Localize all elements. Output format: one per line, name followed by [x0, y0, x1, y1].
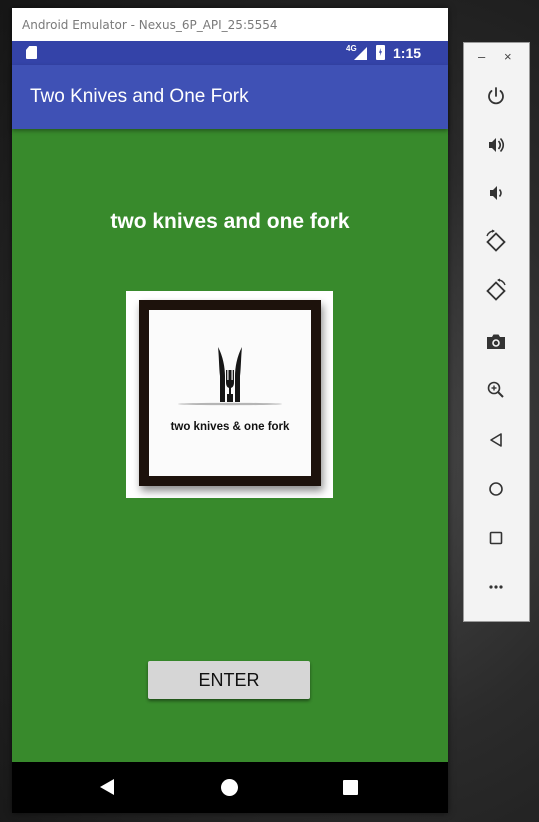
- overview-square-icon: [489, 531, 503, 545]
- home-icon[interactable]: [221, 779, 238, 796]
- camera-icon: [487, 334, 505, 349]
- rotate-left-button[interactable]: [481, 227, 511, 257]
- home-circle-icon: [489, 482, 503, 496]
- power-icon: [488, 87, 504, 105]
- volume-up-button[interactable]: [481, 130, 511, 160]
- status-time: 1:15: [393, 45, 422, 61]
- emulator-title: Android Emulator - Nexus_6P_API_25:5554: [12, 8, 448, 41]
- zoom-in-icon: [487, 381, 504, 398]
- recents-icon[interactable]: [343, 780, 358, 795]
- emulator-window: Android Emulator - Nexus_6P_API_25:5554 …: [12, 8, 448, 813]
- emulator-side-toolbar: – ×: [463, 42, 530, 622]
- volume-down-icon: [490, 186, 502, 200]
- power-button[interactable]: [481, 81, 511, 111]
- back-button[interactable]: [481, 425, 511, 455]
- logo-mat: two knives & one fork: [149, 310, 311, 476]
- status-bar: 4G 1:15: [12, 41, 448, 65]
- logo-picture-frame: two knives & one fork: [139, 300, 321, 486]
- enter-button[interactable]: ENTER: [148, 661, 310, 699]
- headline: two knives and one fork: [110, 210, 350, 233]
- zoom-button[interactable]: [481, 375, 511, 405]
- minimize-button[interactable]: –: [478, 49, 485, 64]
- screenshot-button[interactable]: [481, 327, 511, 357]
- back-triangle-icon: [490, 433, 502, 447]
- knives-and-fork-icon: [178, 347, 282, 406]
- rotate-left-icon: [486, 229, 506, 252]
- main-content: two knives and one fork two knives & one…: [12, 129, 448, 762]
- more-button[interactable]: [481, 572, 511, 602]
- volume-down-button[interactable]: [481, 178, 511, 208]
- logo-text: two knives & one fork: [170, 421, 290, 433]
- rotate-right-icon: [486, 278, 506, 301]
- battery-charging-icon: [376, 45, 385, 60]
- app-bar: Two Knives and One Fork: [12, 65, 448, 129]
- more-dots-icon: [489, 585, 503, 589]
- sd-card-icon: [26, 46, 37, 59]
- back-icon[interactable]: [100, 779, 114, 795]
- app-bar-title: Two Knives and One Fork: [30, 86, 249, 107]
- home-button[interactable]: [481, 474, 511, 504]
- volume-up-icon: [489, 137, 505, 153]
- close-button[interactable]: ×: [504, 49, 512, 64]
- logo-image: two knives & one fork: [126, 291, 333, 498]
- navigation-bar: [12, 762, 448, 813]
- overview-button[interactable]: [481, 523, 511, 553]
- rotate-right-button[interactable]: [481, 276, 511, 306]
- network-type-label: 4G: [346, 44, 357, 53]
